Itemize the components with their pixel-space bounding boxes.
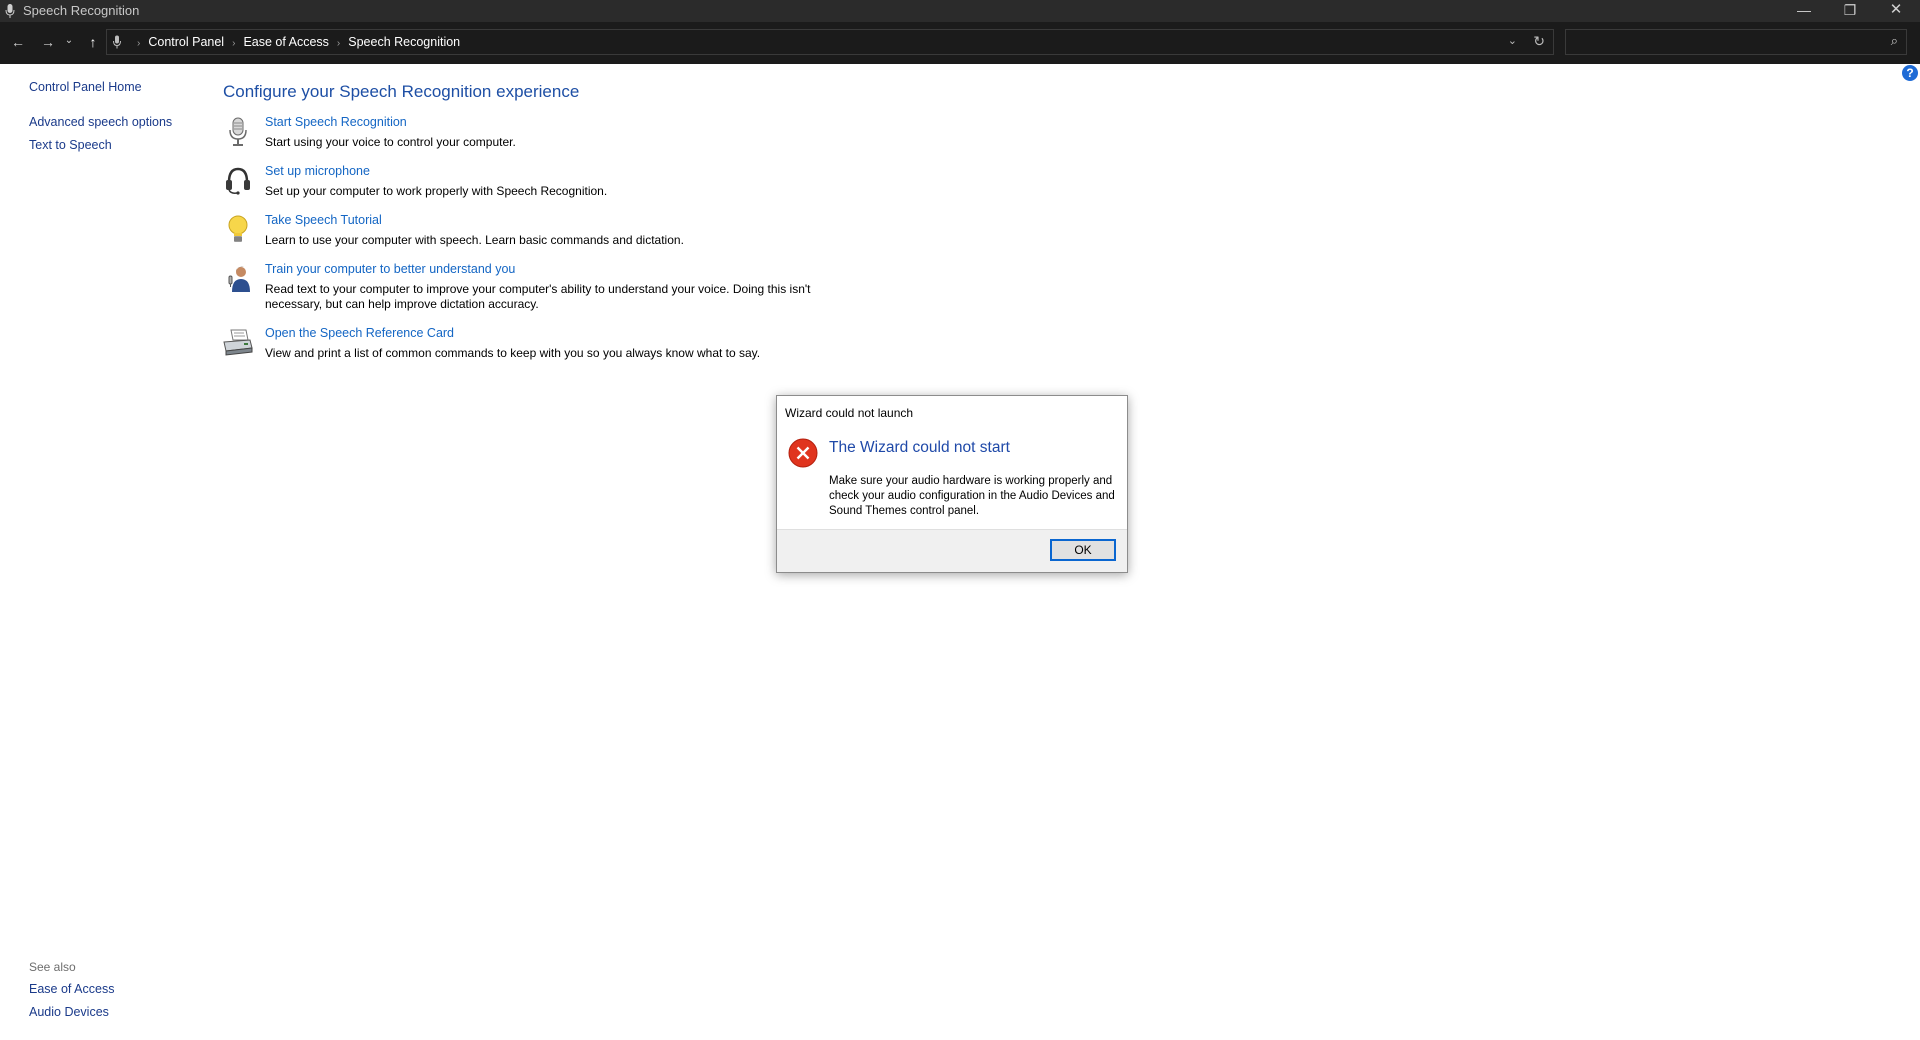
dialog-main-instruction: The Wizard could not start [829, 439, 1010, 456]
ease-of-access-link[interactable]: Ease of Access [29, 982, 114, 996]
error-icon [788, 438, 818, 468]
breadcrumb-separator: › [232, 38, 236, 49]
address-bar[interactable]: › Control Panel › Ease of Access › Speech Rec… [106, 29, 1554, 55]
task-description: Start using your voice to control your c… [265, 135, 516, 149]
page-title: Configure your Speech Recognition experi… [223, 82, 580, 101]
back-button[interactable]: ← [9, 34, 27, 50]
ok-button[interactable]: OK [1050, 539, 1116, 561]
dialog-title: Wizard could not launch [785, 406, 914, 420]
advanced-speech-options-link[interactable]: Advanced speech options [29, 115, 172, 129]
lightbulb-icon [228, 215, 248, 242]
minimize-button[interactable]: — [1781, 0, 1827, 22]
breadcrumb-control-panel[interactable]: Control Panel [148, 35, 224, 49]
dialog-footer: OK [777, 529, 1127, 572]
dialog-content: Make sure your audio hardware is working… [829, 475, 1115, 517]
breadcrumb-speech-recognition[interactable]: Speech Recognition [348, 35, 460, 49]
forward-button[interactable]: → [39, 34, 57, 50]
task-description: View and print a list of common commands… [265, 346, 761, 360]
task-description: Learn to use your computer with speech. … [265, 233, 684, 247]
take-speech-tutorial-link[interactable]: Take Speech Tutorial [265, 213, 382, 227]
chevron-down-icon[interactable]: ⌄ [1508, 34, 1517, 47]
title-bar: Speech Recognition — ❐ ✕ [0, 0, 1920, 22]
headset-icon [226, 167, 250, 195]
task-description: Set up your computer to work properly wi… [265, 184, 608, 198]
breadcrumb-ease-of-access[interactable]: Ease of Access [243, 35, 328, 49]
close-button[interactable]: ✕ [1873, 0, 1919, 22]
breadcrumb-separator: › [336, 38, 341, 49]
refresh-icon[interactable]: ↻ [1533, 33, 1545, 50]
control-panel-home-link[interactable]: Control Panel Home [29, 80, 142, 94]
user-train-icon [228, 266, 250, 292]
breadcrumb-separator: › [137, 38, 141, 49]
error-dialog: Wizard could not launch The Wizard could… [776, 395, 1128, 573]
restore-button[interactable]: ❐ [1827, 0, 1873, 22]
recent-locations-button[interactable]: ⌄ [64, 35, 74, 46]
set-up-microphone-link[interactable]: Set up microphone [265, 164, 370, 178]
microphone-icon [5, 4, 15, 18]
help-icon[interactable]: ? [1902, 65, 1918, 81]
microphone-icon [113, 35, 121, 49]
start-speech-recognition-link[interactable]: Start Speech Recognition [265, 115, 407, 129]
train-computer-link[interactable]: Train your computer to better understand… [265, 262, 515, 276]
task-description: Read text to your computer to improve yo… [265, 282, 811, 311]
search-box[interactable]: ⌕ [1565, 29, 1907, 55]
search-input[interactable] [1570, 33, 1874, 53]
up-button[interactable]: ↑ [84, 34, 102, 50]
text-to-speech-link[interactable]: Text to Speech [29, 138, 112, 152]
see-also-label: See also [29, 960, 76, 974]
speech-reference-card-link[interactable]: Open the Speech Reference Card [265, 326, 454, 340]
breadcrumb: › Control Panel › Ease of Access › Speech Rec… [129, 35, 460, 49]
audio-devices-link[interactable]: Audio Devices [29, 1005, 109, 1019]
search-icon[interactable]: ⌕ [1891, 33, 1898, 49]
navigation-bar: ← → ⌄ ↑ › Control Panel › Ease of Access › Sp… [0, 22, 1920, 64]
printer-icon [223, 329, 253, 356]
window-title: Speech Recognition [23, 3, 140, 18]
microphone-icon [229, 117, 247, 146]
